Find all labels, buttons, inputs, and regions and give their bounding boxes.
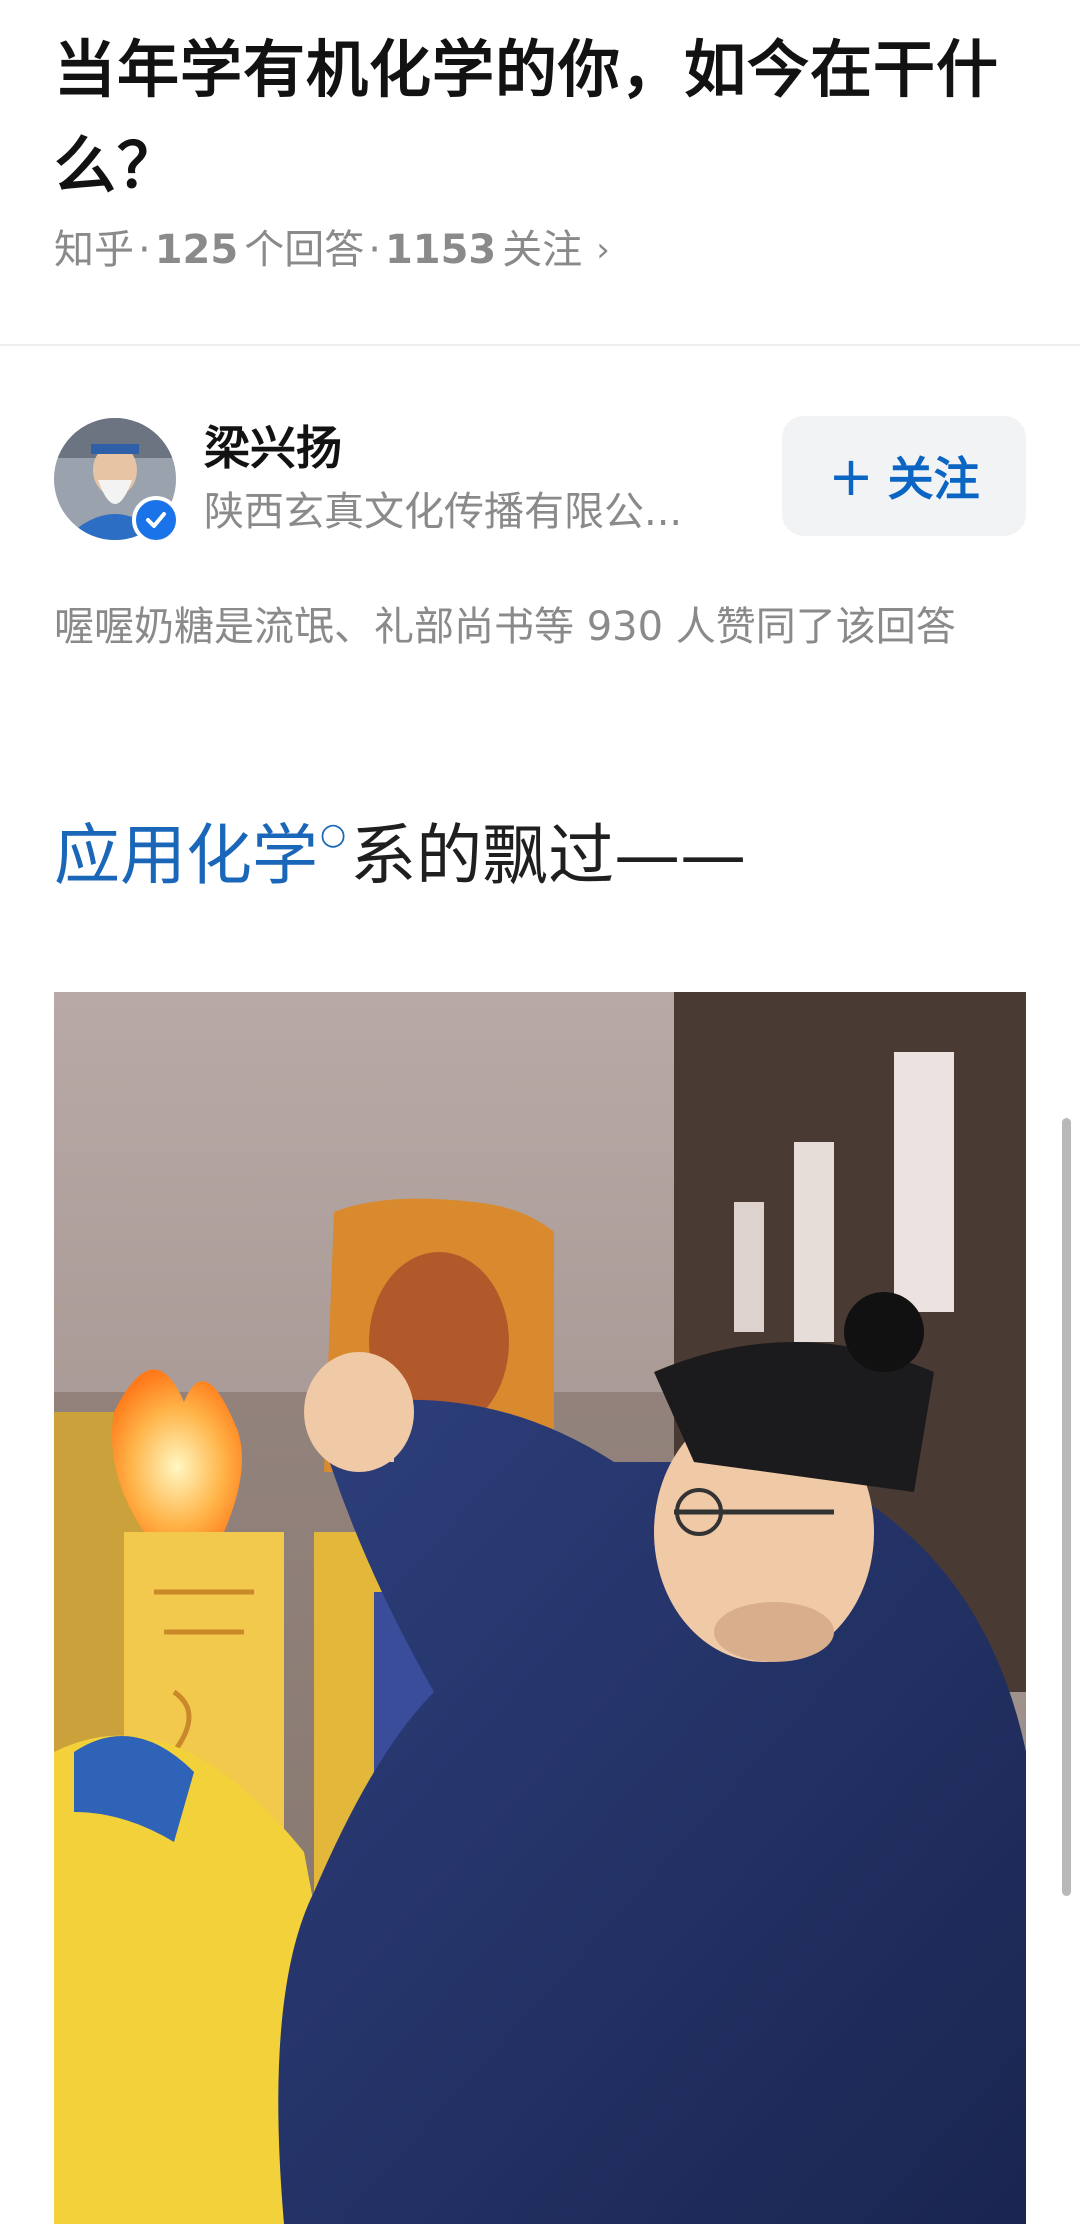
follows-count: 1153 [384, 227, 497, 273]
author-org: 陕西玄真文化传播有限公... [204, 489, 683, 535]
answers-count: 125 [154, 227, 239, 273]
follows-label: 关注 [502, 227, 583, 273]
answer-text: 系的飘过—— [350, 817, 747, 894]
answers-label: 个回答 [244, 227, 365, 273]
verified-check-icon [132, 496, 180, 544]
search-link-icon: ○ [320, 817, 347, 852]
answer-page: 当年学有机化学的你，如今在干什么？ 知乎 · 125 个回答 · 1153 关注… [0, 0, 1080, 2224]
answer-photo [54, 992, 1026, 2224]
question-meta[interactable]: 知乎 · 125 个回答 · 1153 关注 › [54, 222, 610, 278]
follow-label: 关注 [887, 452, 980, 506]
meta-dot: · [368, 227, 381, 273]
source-label: 知乎 [54, 227, 134, 273]
author-name[interactable]: 梁兴扬 [204, 418, 342, 478]
chevron-right-icon: › [596, 230, 610, 270]
plus-icon: + [828, 444, 874, 508]
divider [0, 344, 1080, 346]
answer-image[interactable] [54, 992, 1026, 2224]
search-link[interactable]: 应用化学 [54, 817, 318, 894]
follow-button[interactable]: + 关注 [782, 416, 1026, 536]
author-row: 梁兴扬 陕西玄真文化传播有限公... + 关注 [54, 416, 1026, 544]
scrollbar[interactable] [1062, 1118, 1071, 1896]
meta-dot: · [138, 227, 151, 273]
upvote-summary: 喔喔奶糖是流氓、礼部尚书等 930 人赞同了该回答 [54, 604, 956, 650]
answer-first-line: 应用化学○系的飘过—— [54, 790, 746, 901]
question-title[interactable]: 当年学有机化学的你，如今在干什么？ [54, 22, 1034, 214]
